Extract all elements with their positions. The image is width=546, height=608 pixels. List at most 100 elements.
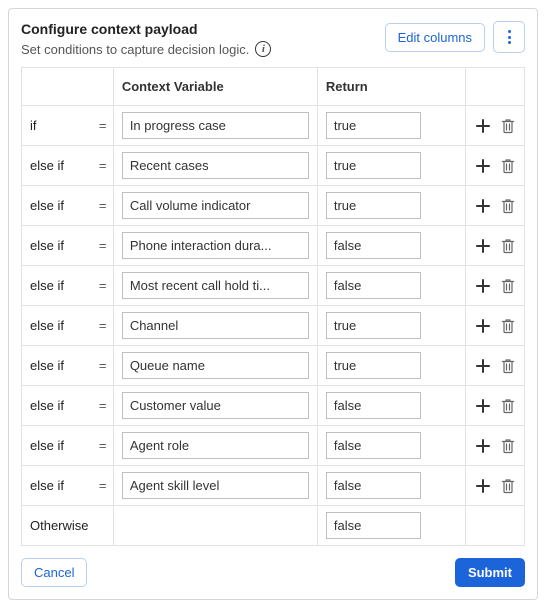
page-subtitle: Set conditions to capture decision logic… [21, 41, 385, 57]
variable-input[interactable] [122, 152, 309, 179]
condition-cell: else if [22, 186, 91, 226]
cancel-button[interactable]: Cancel [21, 558, 87, 587]
table-row: if= [22, 106, 525, 146]
delete-row-button[interactable] [501, 478, 515, 494]
add-row-button[interactable] [475, 118, 491, 134]
equals-cell: = [91, 466, 113, 506]
condition-cell: Otherwise [22, 506, 91, 546]
delete-row-button[interactable] [501, 278, 515, 294]
return-cell [317, 186, 465, 226]
delete-row-button[interactable] [501, 318, 515, 334]
info-icon[interactable]: i [255, 41, 271, 57]
subtitle-text: Set conditions to capture decision logic… [21, 42, 249, 57]
table-row: else if= [22, 426, 525, 466]
return-cell [317, 106, 465, 146]
variable-cell [113, 106, 317, 146]
return-cell [317, 226, 465, 266]
delete-row-button[interactable] [501, 438, 515, 454]
return-input[interactable] [326, 352, 421, 379]
variable-cell [113, 386, 317, 426]
condition-cell: else if [22, 266, 91, 306]
col-condition [22, 68, 114, 106]
add-row-button[interactable] [475, 478, 491, 494]
otherwise-row: Otherwise [22, 506, 525, 546]
delete-row-button[interactable] [501, 358, 515, 374]
add-row-button[interactable] [475, 358, 491, 374]
variable-input[interactable] [122, 432, 309, 459]
table-row: else if= [22, 306, 525, 346]
variable-cell [113, 426, 317, 466]
condition-cell: else if [22, 226, 91, 266]
actions-cell [465, 186, 524, 226]
condition-cell: else if [22, 146, 91, 186]
kebab-icon [508, 30, 511, 44]
panel-footer: Cancel Submit [21, 558, 525, 587]
col-return: Return [317, 68, 465, 106]
actions-cell [465, 306, 524, 346]
condition-cell: else if [22, 386, 91, 426]
return-input[interactable] [326, 432, 421, 459]
header-text: Configure context payload Set conditions… [21, 21, 385, 57]
equals-cell: = [91, 266, 113, 306]
actions-cell [465, 146, 524, 186]
return-input[interactable] [326, 152, 421, 179]
variable-input[interactable] [122, 272, 309, 299]
return-cell [317, 386, 465, 426]
delete-row-button[interactable] [501, 198, 515, 214]
condition-cell: if [22, 106, 91, 146]
edit-columns-button[interactable]: Edit columns [385, 23, 485, 52]
variable-cell [113, 226, 317, 266]
variable-cell [113, 186, 317, 226]
delete-row-button[interactable] [501, 118, 515, 134]
variable-input[interactable] [122, 392, 309, 419]
add-row-button[interactable] [475, 318, 491, 334]
return-cell [317, 146, 465, 186]
equals-cell [91, 506, 113, 546]
equals-cell: = [91, 106, 113, 146]
variable-input[interactable] [122, 472, 309, 499]
condition-cell: else if [22, 346, 91, 386]
add-row-button[interactable] [475, 158, 491, 174]
condition-cell: else if [22, 306, 91, 346]
return-input[interactable] [326, 192, 421, 219]
col-actions [465, 68, 524, 106]
table-row: else if= [22, 266, 525, 306]
return-input[interactable] [326, 472, 421, 499]
header-actions: Edit columns [385, 21, 525, 53]
delete-row-button[interactable] [501, 158, 515, 174]
equals-cell: = [91, 346, 113, 386]
add-row-button[interactable] [475, 398, 491, 414]
variable-input[interactable] [122, 112, 309, 139]
variable-input[interactable] [122, 192, 309, 219]
add-row-button[interactable] [475, 278, 491, 294]
variable-cell [113, 466, 317, 506]
variable-cell [113, 306, 317, 346]
actions-cell [465, 346, 524, 386]
conditions-table: Context Variable Return if=else if=else … [21, 67, 525, 546]
table-row: else if= [22, 346, 525, 386]
return-input[interactable] [326, 312, 421, 339]
return-input[interactable] [326, 272, 421, 299]
submit-button[interactable]: Submit [455, 558, 525, 587]
more-menu-button[interactable] [493, 21, 525, 53]
return-input[interactable] [326, 232, 421, 259]
return-input[interactable] [326, 512, 421, 539]
equals-cell: = [91, 186, 113, 226]
table-row: else if= [22, 186, 525, 226]
variable-input[interactable] [122, 312, 309, 339]
variable-input[interactable] [122, 232, 309, 259]
delete-row-button[interactable] [501, 398, 515, 414]
return-input[interactable] [326, 392, 421, 419]
variable-input[interactable] [122, 352, 309, 379]
col-variable: Context Variable [113, 68, 317, 106]
add-row-button[interactable] [475, 198, 491, 214]
variable-cell [113, 346, 317, 386]
return-input[interactable] [326, 112, 421, 139]
actions-cell [465, 466, 524, 506]
add-row-button[interactable] [475, 238, 491, 254]
add-row-button[interactable] [475, 438, 491, 454]
variable-cell [113, 506, 317, 546]
equals-cell: = [91, 306, 113, 346]
delete-row-button[interactable] [501, 238, 515, 254]
configure-panel: Configure context payload Set conditions… [8, 8, 538, 600]
